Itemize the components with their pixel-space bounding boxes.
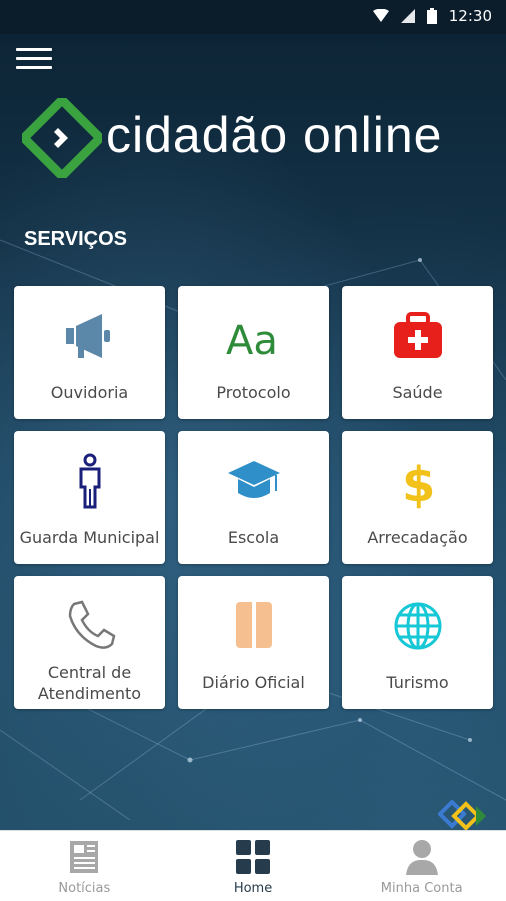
service-tile-arrecadacao[interactable]: $ Arrecadação	[342, 431, 493, 564]
nav-noticias[interactable]: Notícias	[0, 831, 169, 901]
clock: 12:30	[448, 7, 492, 25]
book-icon	[235, 602, 272, 648]
bottom-navigation: Notícias Home Minha Conta	[0, 830, 506, 901]
dollar-icon: $	[402, 457, 435, 509]
signal-icon	[400, 9, 415, 23]
service-label: Arrecadação	[367, 528, 468, 547]
nav-label: Home	[233, 881, 273, 896]
nav-label: Notícias	[58, 881, 111, 896]
wifi-icon	[372, 9, 389, 22]
hamburger-menu-icon[interactable]	[16, 48, 52, 72]
user-icon	[405, 840, 438, 875]
service-tile-protocolo[interactable]: Aa Protocolo	[178, 286, 329, 419]
service-tile-saude[interactable]: Saúde	[342, 286, 493, 419]
grid-icon	[236, 840, 270, 874]
service-label: Escola	[227, 528, 280, 547]
service-tile-ouvidoria[interactable]: Ouvidoria	[14, 286, 165, 419]
service-tile-turismo[interactable]: Turismo	[342, 576, 493, 709]
person-icon	[79, 453, 100, 509]
service-label: Guarda Municipal	[19, 528, 160, 547]
service-label: Diário Oficial	[202, 673, 305, 692]
service-label: Protocolo	[216, 383, 291, 402]
nav-label: Minha Conta	[380, 881, 463, 896]
graduation-cap-icon	[227, 461, 280, 498]
phone-icon	[68, 600, 115, 649]
nav-home[interactable]: Home	[169, 831, 338, 901]
service-tile-escola[interactable]: Escola	[178, 431, 329, 564]
newspaper-icon	[70, 841, 99, 873]
service-tile-central-de-atendimento[interactable]: Central de Atendimento	[14, 576, 165, 709]
service-tile-diario-oficial[interactable]: Diário Oficial	[178, 576, 329, 709]
status-bar: 12:30	[0, 0, 506, 34]
battery-icon	[426, 8, 437, 24]
cidadao-online-logo-icon	[22, 98, 102, 178]
nav-minha-conta[interactable]: Minha Conta	[337, 831, 506, 901]
megaphone-icon	[65, 314, 110, 358]
section-title: SERVIÇOS	[24, 228, 127, 250]
services-grid: Ouvidoria Aa Protocolo Saúde Guarda Muni…	[14, 286, 493, 709]
partner-logo-icon	[438, 800, 486, 830]
first-aid-icon	[393, 312, 442, 358]
globe-icon	[394, 602, 441, 650]
service-label: Saúde	[392, 383, 443, 402]
service-tile-guarda-municipal[interactable]: Guarda Municipal	[14, 431, 165, 564]
svg-text:$: $	[402, 457, 435, 509]
brand-name: cidadão online	[106, 107, 443, 163]
service-label: Ouvidoria	[50, 383, 129, 402]
svg-text:Aa: Aa	[226, 318, 278, 364]
service-label: Turismo	[386, 673, 449, 692]
service-label: Central de Atendimento	[37, 662, 142, 703]
font-aa-icon: Aa	[226, 318, 278, 364]
